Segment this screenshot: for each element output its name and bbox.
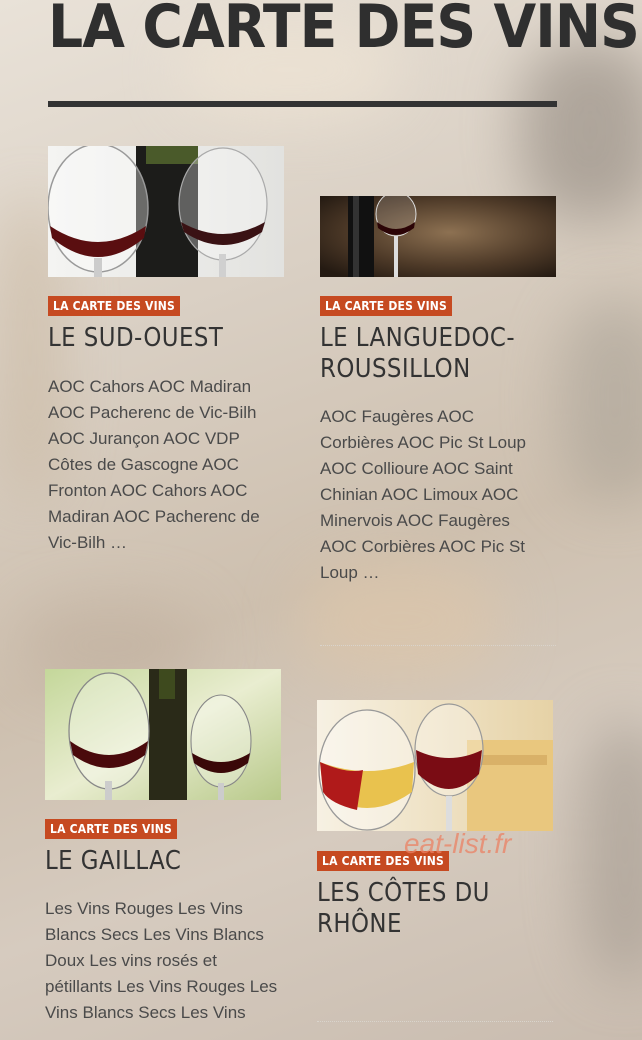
article-title-line: LES CÔTES DU — [317, 878, 490, 908]
background-blur — [520, 40, 642, 220]
article-title[interactable]: LES CÔTES DU RHÔNE — [317, 878, 555, 940]
article-title[interactable]: LE GAILLAC — [45, 846, 283, 877]
red-wine-photo — [45, 669, 281, 800]
article-excerpt: AOC Cahors AOC Madiran AOC Pacherenc de … — [48, 377, 260, 552]
background-blur — [580, 720, 642, 980]
article-card-cotes-du-rhone: LA CARTE DES VINS LES CÔTES DU RHÔNE — [317, 700, 557, 940]
article-thumbnail-link[interactable] — [45, 669, 281, 800]
watermark: eat-list.fr — [404, 828, 512, 859]
article-title-line: ROUSSILLON — [320, 354, 471, 384]
article-title-line: LE GAILLAC — [45, 846, 182, 876]
article-card-sud-ouest: LA CARTE DES VINS LE SUD-OUEST AOC Cahor… — [48, 146, 288, 556]
article-card-gaillac: LA CARTE DES VINS LE GAILLAC Les Vins Ro… — [45, 669, 285, 1026]
category-badge[interactable]: LA CARTE DES VINS — [320, 296, 452, 316]
article-title[interactable]: LE SUD-OUEST — [48, 323, 286, 354]
background-blur — [560, 300, 642, 500]
wine-and-cheese-photo — [317, 700, 553, 831]
wine-glasses-photo — [48, 146, 284, 277]
article-thumbnail-link[interactable] — [320, 196, 556, 277]
category-badge[interactable]: LA CARTE DES VINS — [45, 819, 177, 839]
article-thumbnail-link[interactable] — [48, 146, 284, 277]
article-excerpt: AOC Faugères AOC Corbières AOC Pic St Lo… — [320, 407, 526, 582]
article-card-languedoc: LA CARTE DES VINS LE LANGUEDOC- ROUSSILL… — [320, 196, 560, 586]
article-title-line: RHÔNE — [317, 909, 402, 939]
wine-bottle-photo — [320, 196, 556, 277]
category-badge[interactable]: LA CARTE DES VINS — [48, 296, 180, 316]
article-title-line: LE SUD-OUEST — [48, 323, 224, 353]
article-thumbnail-link[interactable] — [317, 700, 553, 831]
card-separator — [320, 645, 556, 646]
title-divider — [48, 101, 557, 107]
article-title-line: LE LANGUEDOC- — [320, 323, 516, 353]
card-separator — [317, 1021, 553, 1022]
article-title[interactable]: LE LANGUEDOC- ROUSSILLON — [320, 323, 558, 385]
page-title: LA CARTE DES VINS — [48, 0, 640, 62]
article-excerpt: Les Vins Rouges Les Vins Blancs Secs Les… — [45, 899, 278, 1022]
